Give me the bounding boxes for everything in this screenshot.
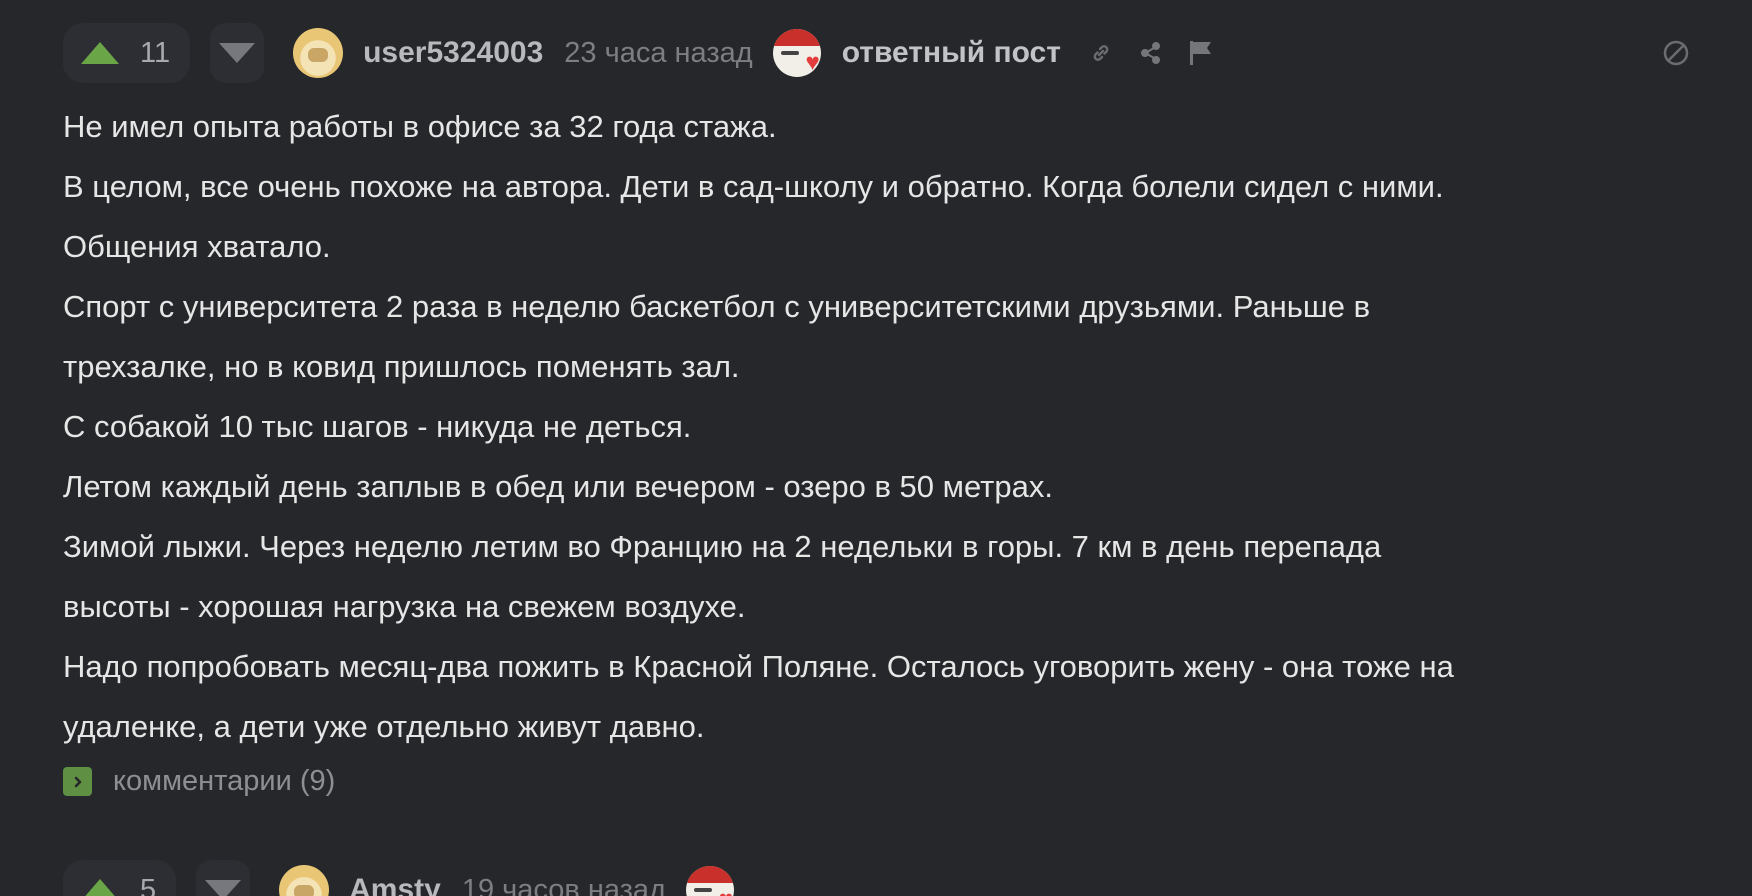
rating-count: 11 [140,36,171,69]
avatar[interactable] [293,28,344,78]
cap-shape [772,29,821,46]
replies-label: комментарии (9) [113,765,336,797]
avatar[interactable] [279,865,330,896]
downvote-icon [205,880,242,896]
share-icon[interactable] [1135,37,1167,69]
comment-body: Не имел опыта работы в офисе за 32 года … [63,97,1712,757]
timestamp[interactable]: 23 часа назад [564,37,752,70]
flag-icon[interactable] [1185,37,1217,69]
comment-text-line: Надо попробовать месяц-два пожить в Крас… [63,649,1454,684]
reply-post-link[interactable]: ответный пост [842,36,1061,70]
face-shape [780,51,799,55]
username[interactable]: user5324003 [363,36,543,70]
cap-shape [685,866,734,883]
comments-page: 11 user5324003 23 часа назад ♥ ответный … [0,0,1752,896]
upvote-button[interactable]: 5 [63,860,177,896]
comment-header: 11 user5324003 23 часа назад ♥ ответный … [63,23,1712,83]
timestamp[interactable]: 19 часов назад [462,874,666,896]
downvote-button[interactable] [210,23,265,83]
comment-text-line: С собакой 10 тыс шагов - никуда не детьс… [63,409,692,444]
link-icon[interactable] [1085,37,1117,69]
comment: 5 Amsty 19 часов назад ♥ [63,860,1712,896]
upvote-icon [81,42,119,64]
downvote-button[interactable] [196,860,251,896]
upvote-button[interactable]: 11 [63,23,191,83]
comment: 11 user5324003 23 часа назад ♥ ответный … [63,23,1712,798]
username[interactable]: Amsty [349,873,441,896]
upvote-icon [81,879,119,896]
replies-toggle[interactable]: комментарии (9) [63,765,1712,798]
heart-icon: ♥ [805,49,820,76]
rating-count: 5 [140,873,157,896]
comment-text-line: Зимой лыжи. Через неделю летим во Франци… [63,529,1382,564]
heart-icon: ♥ [719,888,733,896]
comment-text-line: трехзалке, но в ковид пришлось поменять … [63,349,740,384]
comment-header: 5 Amsty 19 часов назад ♥ [63,860,1712,896]
comment-text-line: Общения хватало. [63,229,331,264]
comment-text-line: Спорт с университета 2 раза в неделю бас… [63,289,1371,324]
comment-text-line: удаленке, а дети уже отдельно живут давн… [63,709,705,744]
comment-text-line: Летом каждый день заплыв в обед или вече… [63,469,1053,504]
post-avatar[interactable]: ♥ [772,29,821,77]
post-avatar[interactable]: ♥ [685,866,734,896]
face-shape [693,888,712,892]
comment-text-line: В целом, все очень похоже на автора. Дет… [63,169,1444,204]
chevron-right-icon [63,767,92,796]
comment-text-line: Не имел опыта работы в офисе за 32 года … [63,109,777,144]
downvote-icon [219,43,256,63]
hide-icon[interactable] [1660,37,1692,69]
comment-text-line: высоты - хорошая нагрузка на свежем возд… [63,589,746,624]
